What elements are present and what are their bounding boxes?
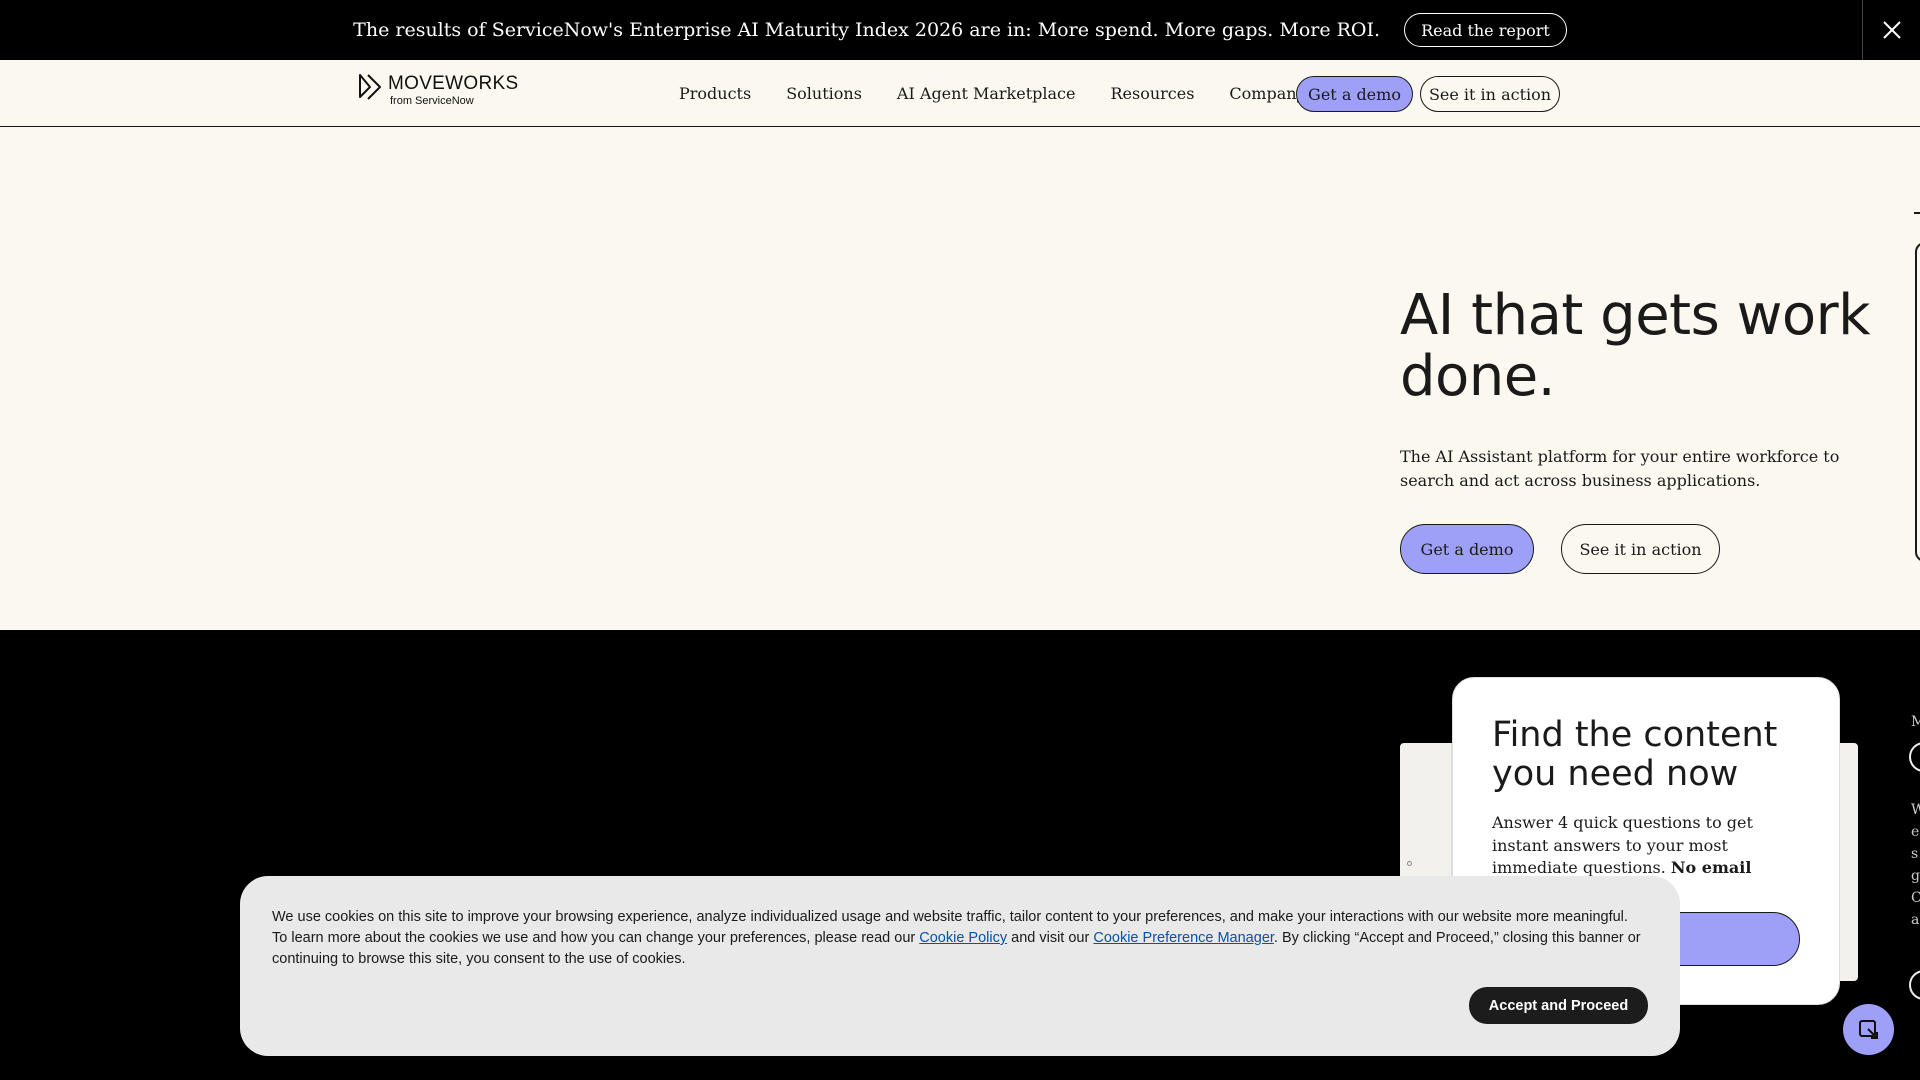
announcement-text: The results of ServiceNow's Enterprise A… [353,19,1381,41]
cookie-text-part2: and visit our [1007,930,1094,946]
hero-get-demo-button[interactable]: Get a demo [1400,524,1534,574]
read-report-button[interactable]: Read the report [1404,13,1567,47]
cookie-text: We use cookies on this site to improve y… [272,907,1642,970]
popup-title: Find the content you need now [1492,715,1778,794]
hero-section: AI that gets work done. The AI Assistant… [0,127,1920,630]
nav-get-demo-button[interactable]: Get a demo [1296,76,1413,112]
nav-menu: Products Solutions AI Agent Marketplace … [679,60,1341,127]
cookie-policy-link[interactable]: Cookie Policy [919,930,1007,946]
floating-assistant-button[interactable] [1843,1004,1894,1055]
edge-text-top: M [1911,714,1920,730]
hero-see-in-action-button[interactable]: See it in action [1561,524,1720,574]
sidebar-dot-icon [1407,861,1412,866]
main-nav: MOVEWORKS from ServiceNow Products Solut… [0,60,1920,127]
nav-see-in-action-button[interactable]: See it in action [1420,76,1560,112]
hero-title: AI that gets work done. [1400,283,1871,409]
edge-text-letter: g [1911,868,1920,884]
nav-item-resources[interactable]: Resources [1110,84,1194,103]
edge-text-letter: e [1911,824,1920,840]
edge-text-letter: a [1911,912,1920,928]
chat-assist-icon [1858,1019,1878,1039]
moveworks-logo-icon [359,74,381,100]
edge-text-letter: s [1911,846,1919,862]
edge-text-letter: C [1911,890,1920,906]
cookie-preference-manager-link[interactable]: Cookie Preference Manager [1093,930,1274,946]
hero-subtitle: The AI Assistant platform for your entir… [1400,447,1840,490]
close-icon [1882,21,1901,39]
moveworks-logo[interactable]: MOVEWORKS from ServiceNow [358,73,518,108]
edge-text-letter: W [1911,802,1920,818]
hero-edge-tick [1914,212,1920,214]
edge-circle [1909,970,1920,1000]
accept-and-proceed-button[interactable]: Accept and Proceed [1469,987,1648,1024]
nav-item-solutions[interactable]: Solutions [786,84,862,103]
nav-item-products[interactable]: Products [679,84,751,103]
announcement-bar: The results of ServiceNow's Enterprise A… [0,0,1920,60]
hero-edge-frame [1915,242,1920,562]
nav-item-company[interactable]: Company [1229,84,1305,103]
cookie-banner: We use cookies on this site to improve y… [240,876,1680,1056]
nav-item-ai-agent-marketplace[interactable]: AI Agent Marketplace [897,84,1076,103]
logo-subtitle: from ServiceNow [390,95,474,107]
close-announcement-button[interactable] [1862,0,1920,60]
logo-name: MOVEWORKS [388,73,519,94]
edge-circle [1909,742,1920,772]
